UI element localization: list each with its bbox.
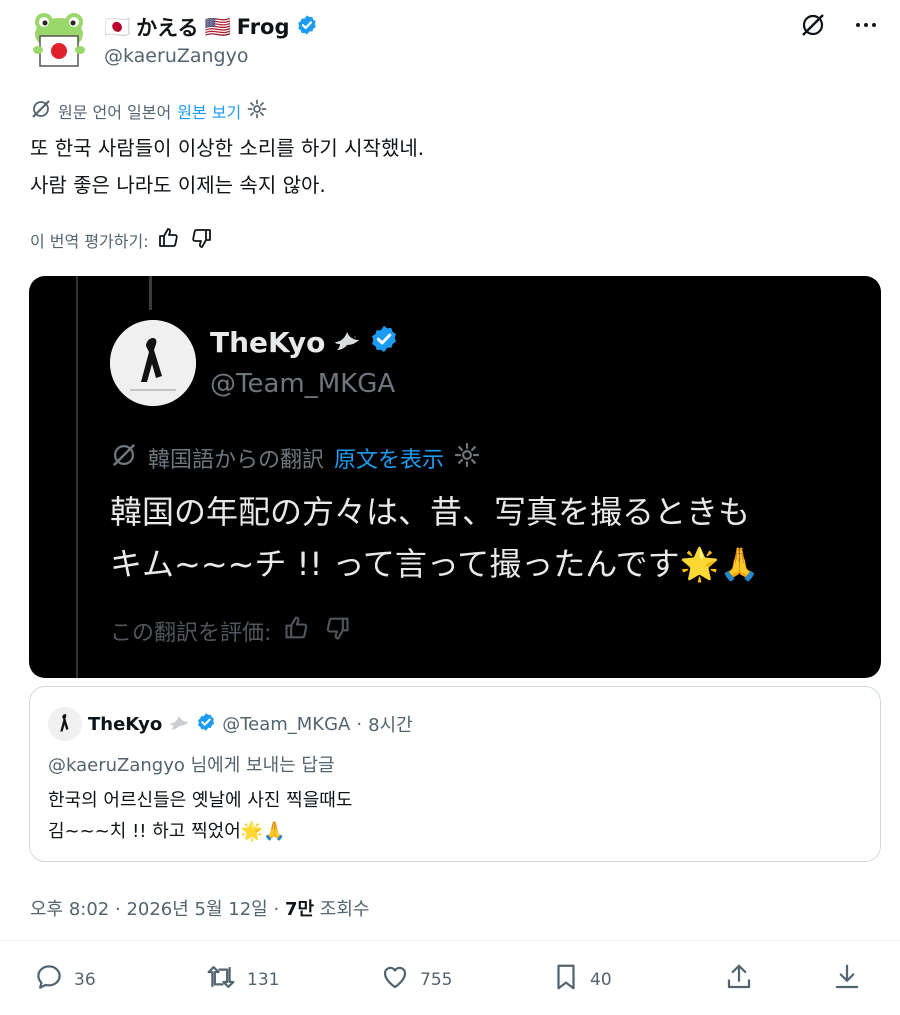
translation-label: 원문 언어 일본어	[58, 103, 172, 122]
image-translate-icon	[110, 441, 138, 475]
image-show-original: 原文を表示	[334, 448, 445, 473]
avatar[interactable]	[30, 12, 88, 68]
author-handle[interactable]: @kaeruZangyo	[104, 45, 249, 67]
settings-gear-icon[interactable]	[247, 99, 267, 123]
quoted-tweet-card[interactable]: TheKyo @Team_MKGA · 8시간 @kaeruZangyo 님에게…	[29, 686, 881, 862]
view-count: 7만	[284, 899, 315, 920]
bookmark-button[interactable]: 40	[552, 962, 612, 997]
repost-count: 131	[247, 969, 280, 990]
verified-badge-icon	[296, 14, 318, 41]
tweet-meta: 오후 8:02 · 2026년 5월 12일 · 7만 조회수	[30, 899, 370, 920]
like-button[interactable]: 755	[380, 962, 452, 997]
quoted-author-handle: @Team_MKGA	[222, 713, 351, 735]
reply-icon	[34, 962, 64, 997]
thread-line	[76, 276, 78, 678]
reply-count: 36	[74, 969, 96, 990]
reply-button[interactable]: 36	[34, 962, 96, 997]
repost-button[interactable]: 131	[205, 962, 279, 997]
bookmark-count: 40	[590, 969, 612, 990]
japan-flag-emoji: 🇯🇵	[104, 14, 131, 39]
post-date[interactable]: 2026년 5월 12일	[126, 899, 267, 920]
like-count: 755	[420, 969, 453, 990]
translate-icon	[30, 98, 52, 124]
grok-icon[interactable]	[800, 12, 826, 42]
quoted-line-2: 김~~~치 !! 하고 찍었어🌟🙏	[48, 821, 286, 842]
image-thumbs-up-icon	[283, 614, 311, 648]
download-icon	[832, 962, 862, 997]
quoted-reply-to: @kaeruZangyo 님에게 보내는 답글	[48, 755, 335, 776]
heart-icon	[380, 962, 410, 997]
image-translation-notice: 韓国語からの翻訳 原文を表示	[110, 441, 480, 475]
tweet-text: 또 한국 사람들이 이상한 소리를 하기 시작했네. 사람 좋은 나라도 이제는…	[30, 130, 424, 204]
quoted-line-1: 한국의 어르신들은 옛날에 사진 찍을때도	[48, 790, 353, 811]
rate-translation-row: 이 번역 평가하기:	[30, 226, 213, 254]
author-name-en: Frog	[236, 15, 290, 39]
image-tweet-line-1: 韓国の年配の方々は、昔、写真を撮るときも	[110, 493, 751, 531]
image-thumbs-down-icon	[323, 614, 351, 648]
image-tweet-text: 韓国の年配の方々は、昔、写真を撮るときも キム~~~チ !! って言って撮ったん…	[110, 486, 759, 590]
more-options-icon[interactable]	[854, 13, 878, 41]
repost-icon	[205, 962, 237, 997]
share-button[interactable]	[724, 962, 754, 997]
thread-line-top	[149, 276, 152, 310]
quoted-verified-icon	[196, 712, 216, 737]
action-bar: 36 131 755 40	[0, 962, 900, 1002]
quoted-avatar	[48, 707, 82, 741]
image-rate-row: この翻訳を評価:	[110, 614, 351, 648]
quoted-timestamp: 8시간	[368, 715, 413, 736]
quoted-author-name: TheKyo	[88, 713, 163, 735]
view-count-label: 조회수	[319, 899, 370, 920]
image-gear-icon	[454, 442, 480, 474]
download-button[interactable]	[832, 962, 862, 997]
image-tweet-line-2: キム~~~チ !! って言って撮ったんです🌟🙏	[110, 545, 760, 583]
translation-notice: 원문 언어 일본어 원본 보기	[30, 98, 267, 124]
bookmark-icon	[552, 962, 580, 997]
image-avatar	[110, 320, 196, 406]
author-display-name[interactable]: 🇯🇵 かえる 🇺🇸 Frog	[104, 12, 318, 42]
tweet-line-2: 사람 좋은 나라도 이제는 속지 않아.	[30, 173, 326, 197]
thumbs-up-icon[interactable]	[157, 226, 181, 254]
dove-icon	[333, 326, 361, 359]
tweet-line-1: 또 한국 사람들이 이상한 소리를 하기 시작했네.	[30, 136, 425, 160]
thumbs-down-icon[interactable]	[189, 226, 213, 254]
show-original-link[interactable]: 원본 보기	[177, 99, 241, 123]
image-author-handle: @Team_MKGA	[210, 369, 396, 399]
tweet-image[interactable]: TheKyo @Team_MKGA 韓国語からの翻訳 原文を表示 韓国の年配の方…	[29, 276, 881, 678]
image-verified-icon	[369, 324, 399, 361]
author-name-jp: かえる	[136, 16, 199, 40]
image-author-name-text: TheKyo	[210, 326, 326, 359]
image-author-name: TheKyo	[210, 324, 399, 361]
us-flag-emoji: 🇺🇸	[204, 14, 231, 39]
image-rate-label: この翻訳を評価:	[110, 621, 272, 646]
image-translated-from: 韓国語からの翻訳	[148, 448, 325, 473]
share-icon	[724, 962, 754, 997]
quoted-dove-icon	[168, 712, 190, 737]
post-time[interactable]: 오후 8:02	[30, 899, 109, 920]
quoted-tweet-header: TheKyo @Team_MKGA · 8시간	[48, 707, 413, 741]
rate-translation-label: 이 번역 평가하기:	[30, 232, 149, 251]
quoted-tweet-text: 한국의 어르신들은 옛날에 사진 찍을때도 김~~~치 !! 하고 찍었어🌟🙏	[48, 785, 352, 847]
divider	[0, 940, 900, 941]
